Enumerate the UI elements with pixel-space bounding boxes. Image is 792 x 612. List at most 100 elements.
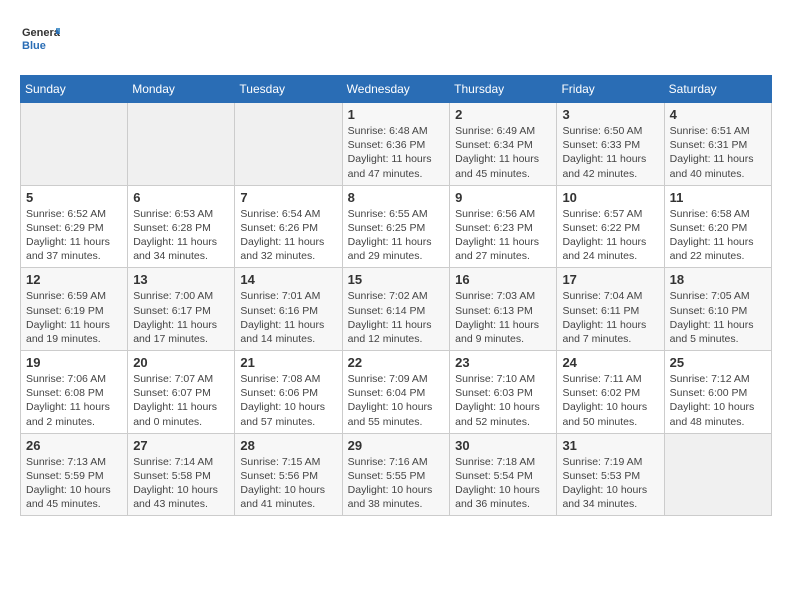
- day-number: 30: [455, 438, 551, 453]
- day-info: Sunrise: 6:58 AM Sunset: 6:20 PM Dayligh…: [670, 207, 766, 264]
- calendar-day-cell: 27 Sunrise: 7:14 AM Sunset: 5:58 PM Dayli…: [128, 433, 235, 516]
- day-number: 18: [670, 272, 766, 287]
- day-info: Sunrise: 7:14 AM Sunset: 5:58 PM Dayligh…: [133, 455, 229, 512]
- calendar-week-row: 19 Sunrise: 7:06 AM Sunset: 6:08 PM Dayli…: [21, 351, 772, 434]
- day-number: 21: [240, 355, 336, 370]
- day-number: 11: [670, 190, 766, 205]
- weekday-header: Friday: [557, 76, 664, 103]
- day-number: 22: [348, 355, 444, 370]
- day-info: Sunrise: 7:12 AM Sunset: 6:00 PM Dayligh…: [670, 372, 766, 429]
- calendar-day-cell: 29 Sunrise: 7:16 AM Sunset: 5:55 PM Dayli…: [342, 433, 449, 516]
- calendar-day-cell: 12Sunrise: 6:59 AM Sunset: 6:19 PM Dayli…: [21, 268, 128, 351]
- day-number: 10: [562, 190, 658, 205]
- day-number: 26: [26, 438, 122, 453]
- calendar-day-cell: 13 Sunrise: 7:00 AM Sunset: 6:17 PM Dayli…: [128, 268, 235, 351]
- day-info: Sunrise: 7:09 AM Sunset: 6:04 PM Dayligh…: [348, 372, 444, 429]
- calendar-day-cell: 15 Sunrise: 7:02 AM Sunset: 6:14 PM Dayli…: [342, 268, 449, 351]
- logo: General Blue: [20, 20, 60, 65]
- day-info: Sunrise: 7:15 AM Sunset: 5:56 PM Dayligh…: [240, 455, 336, 512]
- svg-text:General: General: [22, 27, 60, 39]
- calendar-day-cell: 9Sunrise: 6:56 AM Sunset: 6:23 PM Daylig…: [450, 185, 557, 268]
- calendar-body: 1 Sunrise: 6:48 AM Sunset: 6:36 PM Daylig…: [21, 103, 772, 516]
- day-info: Sunrise: 7:06 AM Sunset: 6:08 PM Dayligh…: [26, 372, 122, 429]
- weekday-header: Wednesday: [342, 76, 449, 103]
- day-info: Sunrise: 7:18 AM Sunset: 5:54 PM Dayligh…: [455, 455, 551, 512]
- calendar-day-cell: [21, 103, 128, 186]
- day-number: 27: [133, 438, 229, 453]
- day-info: Sunrise: 6:57 AM Sunset: 6:22 PM Dayligh…: [562, 207, 658, 264]
- calendar-day-cell: 20 Sunrise: 7:07 AM Sunset: 6:07 PM Dayli…: [128, 351, 235, 434]
- day-number: 23: [455, 355, 551, 370]
- day-info: Sunrise: 7:00 AM Sunset: 6:17 PM Dayligh…: [133, 289, 229, 346]
- day-info: Sunrise: 7:10 AM Sunset: 6:03 PM Dayligh…: [455, 372, 551, 429]
- day-number: 16: [455, 272, 551, 287]
- day-number: 12: [26, 272, 122, 287]
- calendar-day-cell: 7 Sunrise: 6:54 AM Sunset: 6:26 PM Daylig…: [235, 185, 342, 268]
- weekday-header: Tuesday: [235, 76, 342, 103]
- calendar-week-row: 5 Sunrise: 6:52 AM Sunset: 6:29 PM Daylig…: [21, 185, 772, 268]
- day-number: 3: [562, 107, 658, 122]
- day-number: 28: [240, 438, 336, 453]
- calendar-day-cell: 18 Sunrise: 7:05 AM Sunset: 6:10 PM Dayli…: [664, 268, 771, 351]
- day-info: Sunrise: 7:02 AM Sunset: 6:14 PM Dayligh…: [348, 289, 444, 346]
- day-info: Sunrise: 6:55 AM Sunset: 6:25 PM Dayligh…: [348, 207, 444, 264]
- calendar-day-cell: 1 Sunrise: 6:48 AM Sunset: 6:36 PM Daylig…: [342, 103, 449, 186]
- calendar-day-cell: 10 Sunrise: 6:57 AM Sunset: 6:22 PM Dayli…: [557, 185, 664, 268]
- calendar-day-cell: 4Sunrise: 6:51 AM Sunset: 6:31 PM Daylig…: [664, 103, 771, 186]
- day-info: Sunrise: 7:07 AM Sunset: 6:07 PM Dayligh…: [133, 372, 229, 429]
- weekday-header: Saturday: [664, 76, 771, 103]
- day-info: Sunrise: 6:52 AM Sunset: 6:29 PM Dayligh…: [26, 207, 122, 264]
- calendar-week-row: 1 Sunrise: 6:48 AM Sunset: 6:36 PM Daylig…: [21, 103, 772, 186]
- day-number: 8: [348, 190, 444, 205]
- day-info: Sunrise: 6:50 AM Sunset: 6:33 PM Dayligh…: [562, 124, 658, 181]
- weekday-header: Monday: [128, 76, 235, 103]
- calendar-day-cell: 8 Sunrise: 6:55 AM Sunset: 6:25 PM Daylig…: [342, 185, 449, 268]
- calendar-day-cell: 28 Sunrise: 7:15 AM Sunset: 5:56 PM Dayli…: [235, 433, 342, 516]
- day-number: 15: [348, 272, 444, 287]
- svg-text:Blue: Blue: [22, 40, 46, 52]
- day-number: 25: [670, 355, 766, 370]
- calendar-day-cell: 17 Sunrise: 7:04 AM Sunset: 6:11 PM Dayli…: [557, 268, 664, 351]
- day-number: 13: [133, 272, 229, 287]
- calendar-week-row: 12Sunrise: 6:59 AM Sunset: 6:19 PM Dayli…: [21, 268, 772, 351]
- day-number: 6: [133, 190, 229, 205]
- day-number: 29: [348, 438, 444, 453]
- day-info: Sunrise: 6:53 AM Sunset: 6:28 PM Dayligh…: [133, 207, 229, 264]
- day-info: Sunrise: 7:16 AM Sunset: 5:55 PM Dayligh…: [348, 455, 444, 512]
- day-info: Sunrise: 6:54 AM Sunset: 6:26 PM Dayligh…: [240, 207, 336, 264]
- day-info: Sunrise: 7:19 AM Sunset: 5:53 PM Dayligh…: [562, 455, 658, 512]
- calendar-day-cell: 5 Sunrise: 6:52 AM Sunset: 6:29 PM Daylig…: [21, 185, 128, 268]
- calendar-day-cell: 2Sunrise: 6:49 AM Sunset: 6:34 PM Daylig…: [450, 103, 557, 186]
- calendar-day-cell: [128, 103, 235, 186]
- page-header: General Blue: [20, 20, 772, 65]
- day-number: 2: [455, 107, 551, 122]
- calendar-day-cell: 14Sunrise: 7:01 AM Sunset: 6:16 PM Dayli…: [235, 268, 342, 351]
- day-number: 5: [26, 190, 122, 205]
- day-number: 19: [26, 355, 122, 370]
- day-number: 9: [455, 190, 551, 205]
- day-info: Sunrise: 6:48 AM Sunset: 6:36 PM Dayligh…: [348, 124, 444, 181]
- day-info: Sunrise: 7:01 AM Sunset: 6:16 PM Dayligh…: [240, 289, 336, 346]
- calendar-day-cell: 26 Sunrise: 7:13 AM Sunset: 5:59 PM Dayli…: [21, 433, 128, 516]
- calendar-day-cell: 6 Sunrise: 6:53 AM Sunset: 6:28 PM Daylig…: [128, 185, 235, 268]
- calendar-day-cell: 22 Sunrise: 7:09 AM Sunset: 6:04 PM Dayli…: [342, 351, 449, 434]
- calendar-day-cell: 3 Sunrise: 6:50 AM Sunset: 6:33 PM Daylig…: [557, 103, 664, 186]
- day-info: Sunrise: 7:04 AM Sunset: 6:11 PM Dayligh…: [562, 289, 658, 346]
- day-number: 17: [562, 272, 658, 287]
- day-info: Sunrise: 7:13 AM Sunset: 5:59 PM Dayligh…: [26, 455, 122, 512]
- calendar-day-cell: 11 Sunrise: 6:58 AM Sunset: 6:20 PM Dayli…: [664, 185, 771, 268]
- day-info: Sunrise: 7:05 AM Sunset: 6:10 PM Dayligh…: [670, 289, 766, 346]
- calendar-table: SundayMondayTuesdayWednesdayThursdayFrid…: [20, 75, 772, 516]
- calendar-day-cell: [235, 103, 342, 186]
- calendar-day-cell: 19 Sunrise: 7:06 AM Sunset: 6:08 PM Dayli…: [21, 351, 128, 434]
- day-number: 7: [240, 190, 336, 205]
- day-number: 20: [133, 355, 229, 370]
- weekday-header: Sunday: [21, 76, 128, 103]
- calendar-day-cell: 24Sunrise: 7:11 AM Sunset: 6:02 PM Dayli…: [557, 351, 664, 434]
- calendar-day-cell: 25 Sunrise: 7:12 AM Sunset: 6:00 PM Dayli…: [664, 351, 771, 434]
- calendar-day-cell: 21Sunrise: 7:08 AM Sunset: 6:06 PM Dayli…: [235, 351, 342, 434]
- day-number: 1: [348, 107, 444, 122]
- day-number: 24: [562, 355, 658, 370]
- calendar-day-cell: [664, 433, 771, 516]
- calendar-day-cell: 23 Sunrise: 7:10 AM Sunset: 6:03 PM Dayli…: [450, 351, 557, 434]
